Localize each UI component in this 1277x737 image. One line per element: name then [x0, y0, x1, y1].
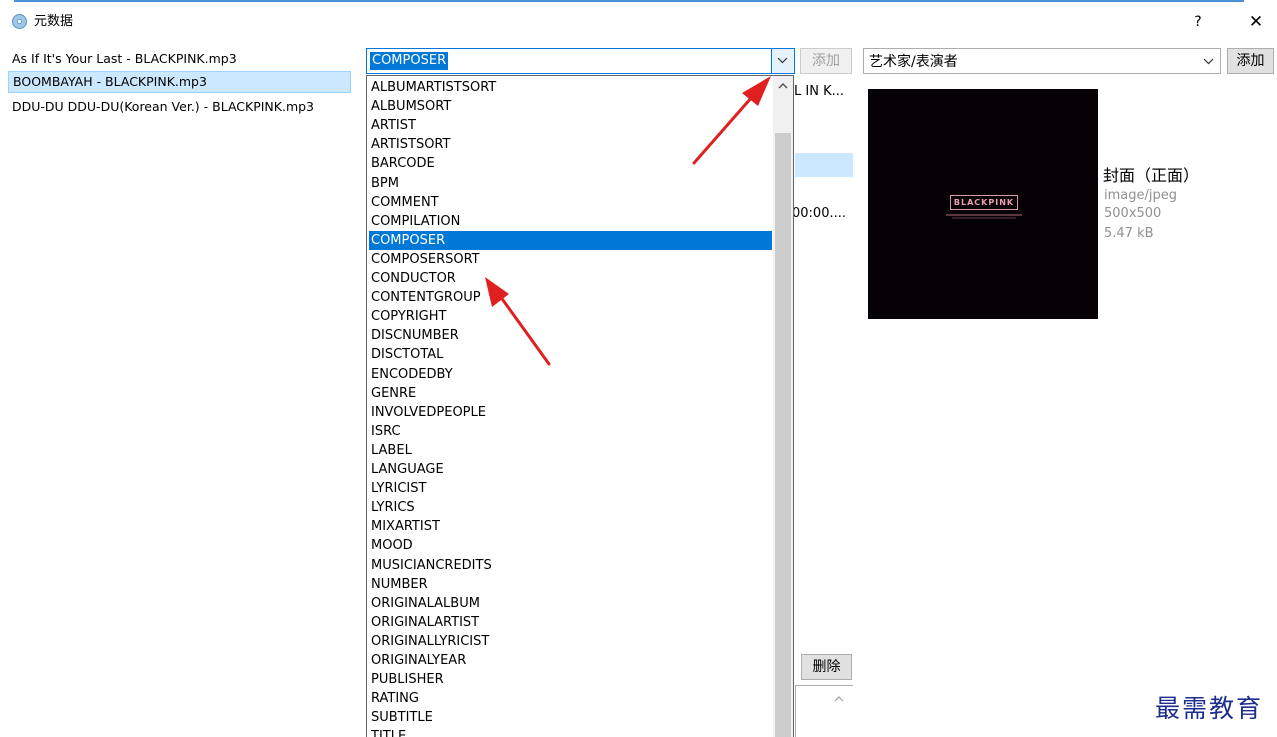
- dropdown-option[interactable]: COMPILATION: [369, 212, 772, 231]
- file-list-item-selected[interactable]: BOOMBAYAH - BLACKPINK.mp3: [8, 71, 351, 93]
- dropdown-option[interactable]: LYRICIST: [369, 479, 772, 498]
- add-picture-button[interactable]: 添加: [1227, 48, 1274, 74]
- watermark-text: 最需教育: [1155, 694, 1264, 723]
- dropdown-option[interactable]: BPM: [369, 174, 772, 193]
- dropdown-option[interactable]: ORIGINALYEAR: [369, 651, 772, 670]
- dropdown-option[interactable]: ARTIST: [369, 116, 772, 135]
- dropdown-option[interactable]: LYRICS: [369, 498, 772, 517]
- dropdown-option[interactable]: MOOD: [369, 536, 772, 555]
- window-title: 元数据: [34, 14, 74, 29]
- file-list-item[interactable]: As If It's Your Last - BLACKPINK.mp3: [8, 48, 351, 70]
- dropdown-option[interactable]: ALBUMARTISTSORT: [369, 78, 772, 97]
- file-list-item[interactable]: DDU-DU DDU-DU(Korean Ver.) - BLACKPINK.m…: [8, 96, 351, 118]
- combobox-dropdown-button[interactable]: [771, 49, 794, 73]
- field-name-combobox[interactable]: COMPOSER: [366, 48, 795, 74]
- tag-value-text: 00:00....: [792, 206, 846, 221]
- dropdown-option[interactable]: BARCODE: [369, 154, 772, 173]
- dropdown-option[interactable]: MUSICIANCREDITS: [369, 556, 772, 575]
- dropdown-option[interactable]: CONTENTGROUP: [369, 288, 772, 307]
- app-disc-icon: [12, 14, 27, 29]
- field-name-combobox-value[interactable]: COMPOSER: [370, 52, 449, 70]
- title-bar: 元数据 ? ✕: [0, 2, 1277, 40]
- dropdown-option[interactable]: COMMENT: [369, 193, 772, 212]
- chevron-down-icon: [1203, 58, 1214, 65]
- add-field-button[interactable]: 添加: [800, 48, 852, 74]
- dropdown-option[interactable]: ARTISTSORT: [369, 135, 772, 154]
- dropdown-option[interactable]: SUBTITLE: [369, 708, 772, 727]
- delete-field-button[interactable]: 删除: [801, 654, 852, 680]
- dropdown-option[interactable]: DISCTOTAL: [369, 345, 772, 364]
- tag-row-selected: [795, 153, 853, 177]
- picture-type-label: 封面（正面）: [1103, 166, 1200, 185]
- dropdown-option[interactable]: LABEL: [369, 441, 772, 460]
- dropdown-option[interactable]: DISCNUMBER: [369, 326, 772, 345]
- file-list[interactable]: As If It's Your Last - BLACKPINK.mp3 BOO…: [5, 46, 355, 737]
- dropdown-scrollbar[interactable]: [773, 76, 793, 737]
- chevron-down-icon: [777, 57, 788, 64]
- picture-dimensions: 500x500: [1104, 206, 1162, 221]
- tag-value-textarea[interactable]: [795, 685, 853, 737]
- scrollbar-thumb[interactable]: [775, 133, 791, 737]
- tag-value-text: L IN K...: [794, 84, 844, 99]
- cover-logo-text: BLACKPINK: [953, 198, 1015, 207]
- picture-size: 5.47 kB: [1104, 226, 1154, 241]
- scroll-up-arrow-icon: [834, 696, 844, 702]
- dropdown-option[interactable]: MIXARTIST: [369, 517, 772, 536]
- dropdown-option[interactable]: LANGUAGE: [369, 460, 772, 479]
- dropdown-option[interactable]: ORIGINALLYRICIST: [369, 632, 772, 651]
- dropdown-option[interactable]: ENCODEDBY: [369, 365, 772, 384]
- dropdown-option[interactable]: ORIGINALARTIST: [369, 613, 772, 632]
- picture-type-combobox[interactable]: 艺术家/表演者: [863, 48, 1221, 74]
- dropdown-option[interactable]: PUBLISHER: [369, 670, 772, 689]
- cover-subtitle-lines: [946, 214, 1022, 219]
- help-button[interactable]: ?: [1188, 12, 1208, 32]
- picture-mime: image/jpeg: [1104, 188, 1177, 203]
- scroll-up-button[interactable]: [773, 76, 793, 96]
- dropdown-option[interactable]: TITLE: [369, 727, 772, 737]
- dropdown-option[interactable]: INVOLVEDPEOPLE: [369, 403, 772, 422]
- field-name-dropdown-list[interactable]: ALBUMARTISTSORT ALBUMSORT ARTIST ARTISTSORT…: [366, 75, 794, 737]
- chevron-up-icon: [778, 83, 788, 89]
- dropdown-option[interactable]: CONDUCTOR: [369, 269, 772, 288]
- close-button[interactable]: ✕: [1245, 12, 1267, 32]
- dropdown-option[interactable]: COMPOSERSORT: [369, 250, 772, 269]
- dropdown-option[interactable]: ISRC: [369, 422, 772, 441]
- dropdown-option[interactable]: GENRE: [369, 384, 772, 403]
- dropdown-option-selected[interactable]: COMPOSER: [369, 230, 772, 250]
- cover-logo-frame: BLACKPINK: [950, 195, 1018, 210]
- dropdown-option[interactable]: RATING: [369, 689, 772, 708]
- cover-art-image[interactable]: BLACKPINK: [868, 89, 1098, 319]
- dropdown-option[interactable]: ALBUMSORT: [369, 97, 772, 116]
- dropdown-option[interactable]: COPYRIGHT: [369, 307, 772, 326]
- dropdown-option[interactable]: ORIGINALALBUM: [369, 594, 772, 613]
- dropdown-option[interactable]: NUMBER: [369, 575, 772, 594]
- picture-type-value: 艺术家/表演者: [869, 54, 958, 70]
